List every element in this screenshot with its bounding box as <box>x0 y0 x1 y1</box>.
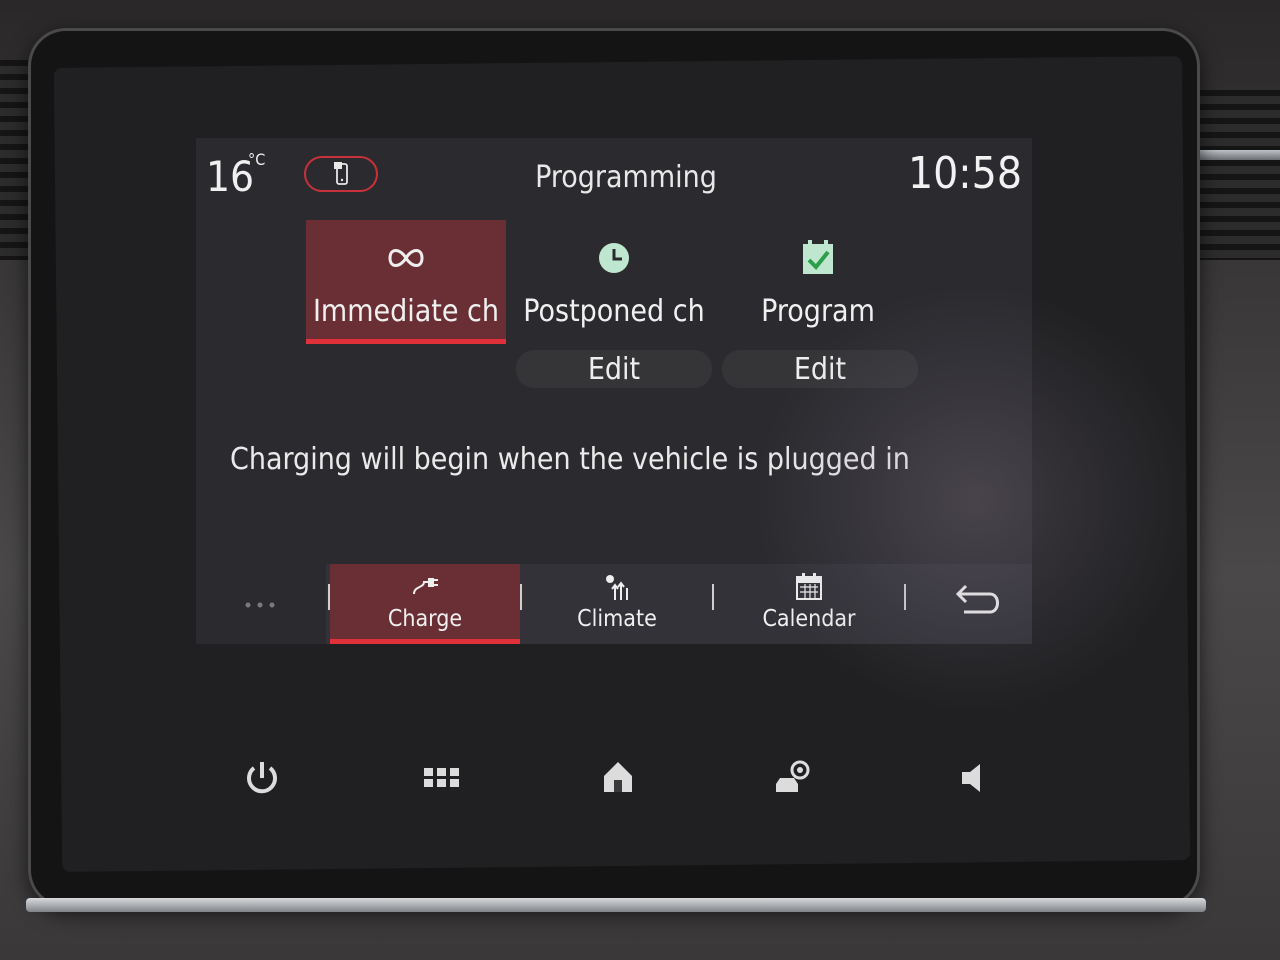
power-icon[interactable] <box>240 756 284 800</box>
car-settings-icon[interactable] <box>770 756 814 800</box>
tab-separator <box>904 584 906 610</box>
tab-charge[interactable]: Charge <box>330 564 520 644</box>
phone-connection-button[interactable] <box>304 156 378 192</box>
program-charge-option[interactable]: Program <box>718 220 918 344</box>
home-icon[interactable] <box>596 756 640 800</box>
plug-icon <box>413 578 438 595</box>
volume-icon[interactable] <box>950 756 994 800</box>
page-title: Programming <box>535 160 717 195</box>
immediate-charge-label: Immediate ch <box>312 294 500 329</box>
clock-icon <box>599 243 629 273</box>
tab-charge-label: Charge <box>387 606 463 632</box>
infinity-icon <box>388 249 424 267</box>
status-message: Charging will begin when the vehicle is … <box>230 442 910 477</box>
clock: 10:58 <box>907 148 1022 199</box>
chrome-strip <box>26 898 1206 912</box>
dashboard-background: 16 °C Programming 10:58 Immediate ch Pos… <box>0 0 1280 960</box>
tab-bar: Charge Climate Calendar <box>326 564 1032 644</box>
infotainment-screen: 16 °C Programming 10:58 Immediate ch Pos… <box>196 138 1032 644</box>
outside-temperature: 16 <box>206 152 255 201</box>
phone-connection-icon <box>334 162 348 185</box>
tab-calendar[interactable]: Calendar <box>714 564 904 644</box>
tab-climate[interactable]: Climate <box>522 564 712 644</box>
edit-postponed-button[interactable]: Edit <box>516 350 712 388</box>
postponed-charge-option[interactable]: Postponed ch <box>514 220 714 344</box>
program-charge-label: Program <box>761 294 875 329</box>
calendar-icon <box>796 573 822 600</box>
climate-icon <box>606 575 628 600</box>
page-dots-icon <box>245 602 275 608</box>
edit-program-button[interactable]: Edit <box>722 350 918 388</box>
back-arrow-icon[interactable] <box>946 578 1006 618</box>
tab-calendar-label: Calendar <box>762 606 856 632</box>
calendar-check-icon <box>803 240 833 274</box>
tab-climate-label: Climate <box>577 606 657 632</box>
postponed-charge-label: Postponed ch <box>523 294 705 329</box>
immediate-charge-option[interactable]: Immediate ch <box>306 220 506 344</box>
temperature-unit: °C <box>248 150 266 169</box>
apps-grid-icon[interactable] <box>420 756 464 800</box>
